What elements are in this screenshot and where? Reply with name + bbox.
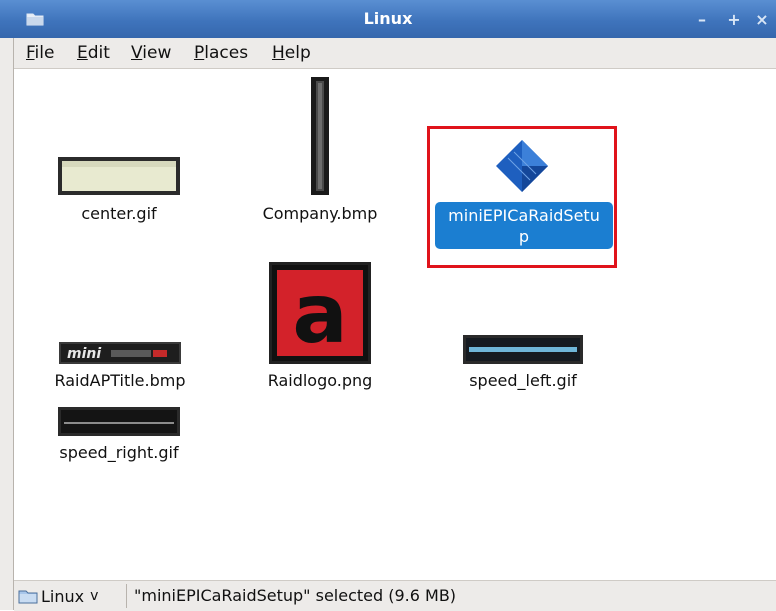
status-separator <box>126 584 127 608</box>
location-button[interactable]: Linux v <box>18 584 98 608</box>
file-label-center-gif[interactable]: center.gif <box>58 204 180 223</box>
file-label-speed-left-gif[interactable]: speed_left.gif <box>448 371 598 390</box>
menu-view[interactable]: View <box>131 43 171 63</box>
image-thumbnail-icon <box>463 335 583 364</box>
minimize-button[interactable]: – <box>692 11 712 29</box>
file-label-raidaptitle-bmp[interactable]: RaidAPTitle.bmp <box>40 371 200 390</box>
selection-status-text: "miniEPICaRaidSetup" selected (9.6 MB) <box>134 586 457 605</box>
location-label: Linux <box>41 586 85 606</box>
maximize-button[interactable]: + <box>724 11 744 29</box>
file-speed-left-gif[interactable] <box>463 335 583 364</box>
menu-edit[interactable]: Edit <box>77 43 110 63</box>
file-label-speed-right-gif[interactable]: speed_right.gif <box>44 443 194 462</box>
menu-places[interactable]: Places <box>194 43 248 63</box>
executable-diamond-icon <box>496 140 548 192</box>
window-title: Linux <box>363 9 413 28</box>
file-company-bmp[interactable] <box>311 77 329 195</box>
file-label-minipicaraidsetup[interactable]: miniEPICaRaidSetu p <box>435 202 613 249</box>
file-raidlogo-png[interactable]: a <box>269 262 371 364</box>
file-manager-window: Linux – + × File Edit View Places Help c… <box>0 0 776 611</box>
image-thumbnail-icon: mini <box>59 342 181 364</box>
image-thumbnail-icon <box>58 157 180 195</box>
window-left-border <box>0 38 14 610</box>
file-speed-right-gif[interactable] <box>58 407 180 436</box>
thumbnail-text: mini <box>67 346 101 362</box>
status-bar: Linux v "miniEPICaRaidSetup" selected (9… <box>14 580 776 611</box>
image-thumbnail-icon <box>58 407 180 436</box>
file-label-company-bmp[interactable]: Company.bmp <box>250 204 390 223</box>
file-label-line-1: miniEPICaRaidSetu <box>448 206 600 225</box>
image-thumbnail-icon <box>311 77 329 195</box>
file-label-line-2: p <box>518 227 530 246</box>
file-raidaptitle-bmp[interactable]: mini <box>59 342 181 364</box>
thumbnail-text: a <box>292 267 347 362</box>
file-center-gif[interactable] <box>58 157 180 195</box>
menu-bar: File Edit View Places Help <box>14 38 776 69</box>
close-button[interactable]: × <box>752 11 772 29</box>
title-bar[interactable]: Linux – + × <box>0 0 776 38</box>
file-minipicaraidsetup[interactable] <box>494 138 550 194</box>
chevron-down-icon: v <box>90 588 99 604</box>
file-label-raidlogo-png[interactable]: Raidlogo.png <box>250 371 390 390</box>
folder-icon <box>18 590 38 604</box>
menu-file[interactable]: File <box>26 43 54 63</box>
image-thumbnail-icon: a <box>269 262 371 364</box>
menu-help[interactable]: Help <box>272 43 311 63</box>
icon-view[interactable]: center.gif Company.bmp miniEPICaRaidSetu… <box>14 69 776 580</box>
